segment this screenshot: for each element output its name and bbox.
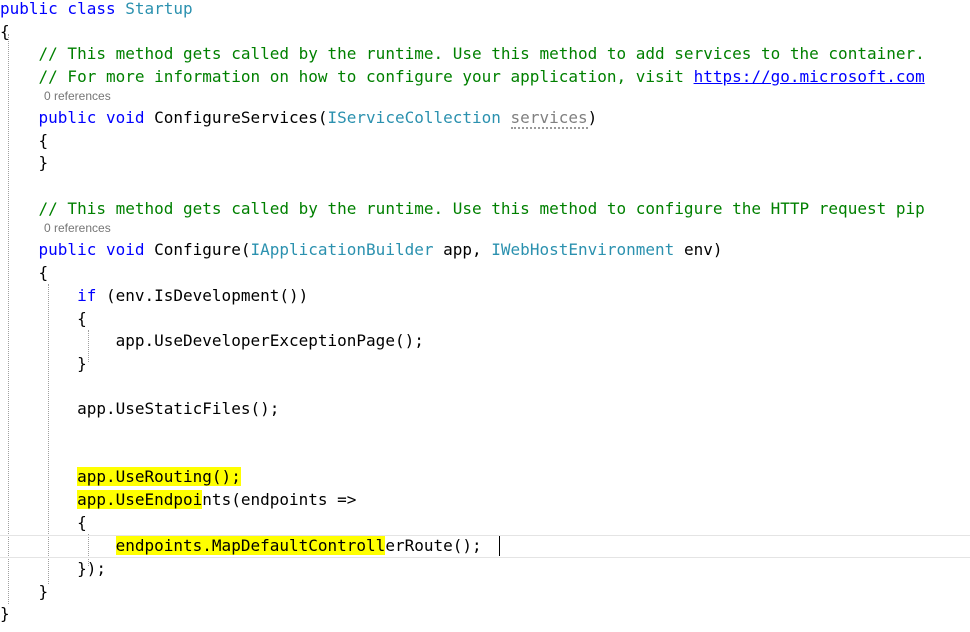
code-line[interactable]: endpoints.MapDefaultControllerRoute(); xyxy=(0,535,482,557)
code-token: erRoute(); xyxy=(385,536,482,555)
code-line[interactable]: // This method gets called by the runtim… xyxy=(0,198,925,220)
code-line[interactable]: { xyxy=(0,21,10,43)
code-token: { xyxy=(0,513,87,532)
code-line[interactable]: app.UseStaticFiles(); xyxy=(0,398,279,420)
code-token: Configure( xyxy=(154,240,251,259)
code-line[interactable]: public class Startup xyxy=(0,0,193,20)
code-token: } xyxy=(0,354,87,373)
code-token: } xyxy=(0,604,10,623)
code-line[interactable]: } xyxy=(0,353,87,375)
code-token: // This method gets called by the runtim… xyxy=(0,199,925,218)
code-token: ConfigureServices( xyxy=(154,108,328,127)
code-token: IServiceCollection xyxy=(327,108,501,127)
code-token: app.UseDeveloperExceptionPage(); xyxy=(0,331,424,350)
code-token: Startup xyxy=(125,0,193,18)
code-line[interactable]: // This method gets called by the runtim… xyxy=(0,43,925,65)
code-line[interactable]: } xyxy=(0,603,10,625)
code-token: public void xyxy=(38,108,155,127)
code-token: services xyxy=(510,108,588,129)
code-token: env) xyxy=(674,240,723,259)
code-line[interactable]: }); xyxy=(0,558,106,580)
code-token: app.UseEndpoi xyxy=(77,490,203,509)
code-line[interactable]: { xyxy=(0,262,49,284)
code-token: public void xyxy=(38,240,155,259)
code-token: https://go.microsoft.com xyxy=(693,67,925,86)
code-line[interactable]: app.UseEndpoints(endpoints => xyxy=(0,489,356,511)
code-line[interactable]: if (env.IsDevelopment()) xyxy=(0,285,308,307)
code-token: }); xyxy=(0,559,106,578)
code-line[interactable]: app.UseDeveloperExceptionPage(); xyxy=(0,330,424,352)
code-token: } xyxy=(0,582,49,601)
code-line[interactable]: { xyxy=(0,308,87,330)
codelens-references[interactable]: 0 references xyxy=(44,89,111,103)
code-line[interactable]: app.UseRouting(); xyxy=(0,466,241,488)
code-token: app.UseStaticFiles(); xyxy=(0,399,280,418)
codelens-references[interactable]: 0 references xyxy=(44,221,111,235)
code-line[interactable]: public void Configure(IApplicationBuilde… xyxy=(0,239,723,261)
code-token: IWebHostEnvironment xyxy=(491,240,675,259)
code-token: IApplicationBuilder xyxy=(250,240,434,259)
code-token: (env.IsDevelopment()) xyxy=(96,286,309,305)
code-token: ) xyxy=(587,108,598,127)
code-token: { xyxy=(0,309,87,328)
code-token: app, xyxy=(433,240,492,259)
code-token: nts(endpoints => xyxy=(202,490,357,509)
text-caret xyxy=(499,536,500,556)
code-token: { xyxy=(0,22,10,41)
code-line[interactable]: { xyxy=(0,130,49,152)
code-token: app.UseRouting(); xyxy=(77,467,241,486)
code-token: // For more information on how to config… xyxy=(0,67,694,86)
code-line[interactable]: { xyxy=(0,512,87,534)
code-line[interactable]: } xyxy=(0,152,49,174)
code-token: if xyxy=(77,286,97,305)
code-token: // This method gets called by the runtim… xyxy=(0,44,925,63)
current-line-bottom xyxy=(0,557,970,558)
code-token: } xyxy=(0,153,49,172)
code-line[interactable]: // For more information on how to config… xyxy=(0,66,925,88)
code-line[interactable]: } xyxy=(0,581,49,603)
code-token: { xyxy=(0,263,49,282)
code-token: public class xyxy=(0,0,126,18)
code-token: endpoints.MapDefaultControll xyxy=(115,536,386,555)
code-line[interactable]: public void ConfigureServices(IServiceCo… xyxy=(0,107,597,129)
code-token: { xyxy=(0,131,49,150)
